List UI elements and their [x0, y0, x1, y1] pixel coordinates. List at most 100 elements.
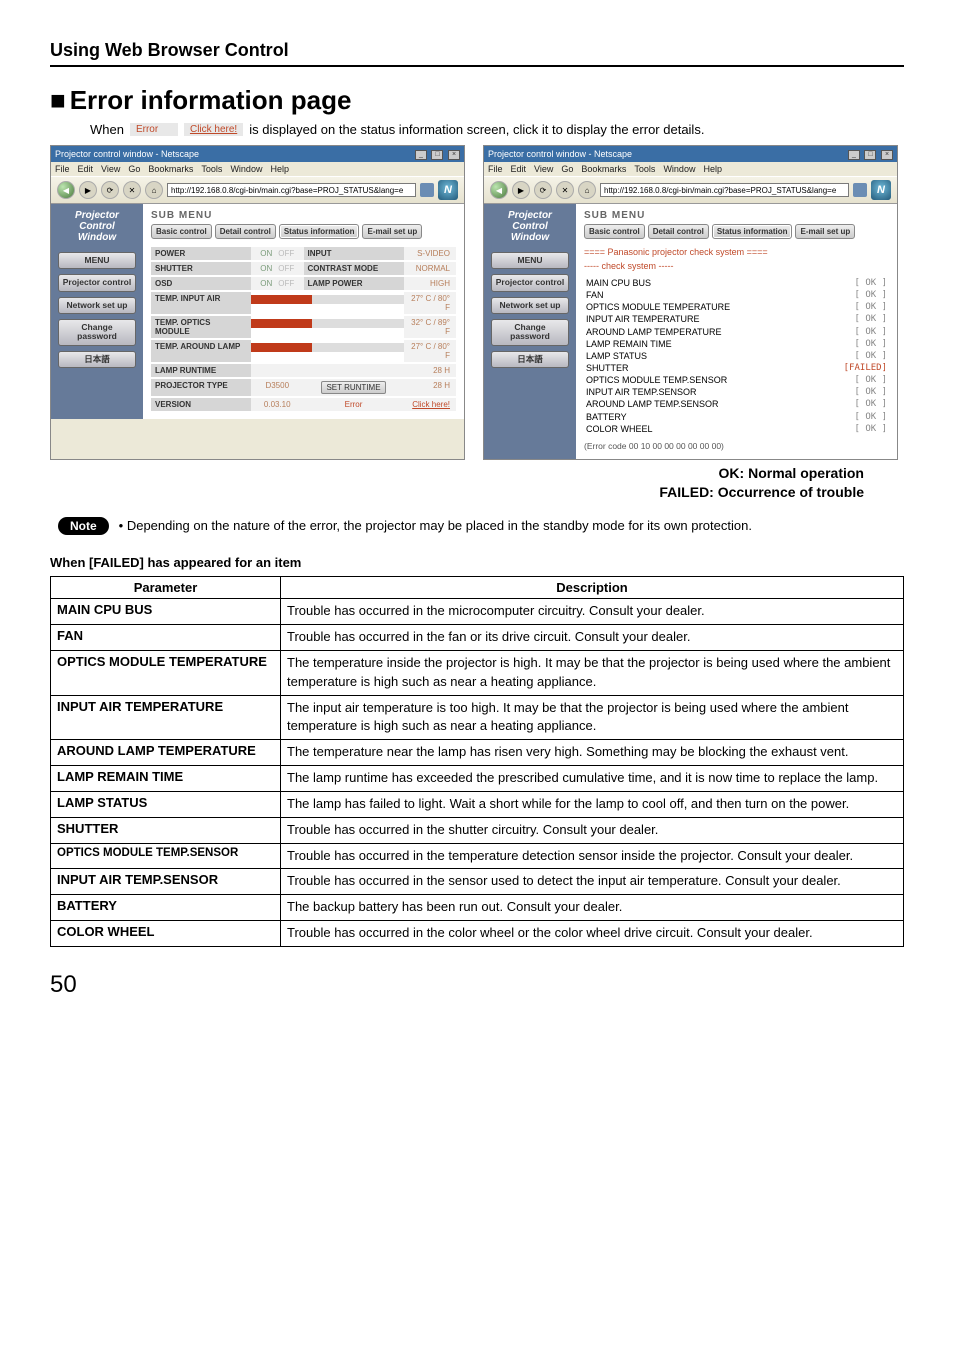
sidebar-item-network-setup[interactable]: Network set up — [58, 297, 136, 314]
sidebar-item-menu[interactable]: MENU — [58, 252, 136, 269]
param-description: Trouble has occurred in the sensor used … — [281, 869, 904, 895]
menu-edit[interactable]: Edit — [78, 164, 94, 174]
check-item-name: LAMP REMAIN TIME — [586, 338, 672, 350]
click-here-link[interactable]: Click here! — [404, 398, 457, 411]
minimize-icon[interactable]: _ — [415, 150, 427, 160]
check-item-name: OPTICS MODULE TEMP.SENSOR — [586, 374, 727, 386]
temp-bar — [251, 316, 404, 338]
sidebar-item-projector-control[interactable]: Projector control — [491, 274, 569, 291]
window-title: Projector control window - Netscape — [55, 149, 199, 159]
menu-help[interactable]: Help — [270, 164, 289, 174]
menu-window[interactable]: Window — [663, 164, 695, 174]
menubar[interactable]: File Edit View Go Bookmarks Tools Window… — [484, 162, 897, 176]
status-label: CONTRAST MODE — [304, 262, 404, 275]
check-row: SHUTTER[FAILED] — [584, 362, 889, 374]
go-button[interactable] — [420, 183, 434, 197]
menubar[interactable]: File Edit View Go Bookmarks Tools Window… — [51, 162, 464, 176]
tab-status-information[interactable]: Status information — [712, 224, 793, 239]
home-icon[interactable]: ⌂ — [145, 181, 163, 199]
menu-tools[interactable]: Tools — [634, 164, 655, 174]
sidebar-item-projector-control[interactable]: Projector control — [58, 274, 136, 291]
stop-icon[interactable]: ✕ — [123, 181, 141, 199]
menu-help[interactable]: Help — [703, 164, 722, 174]
tab-status-information[interactable]: Status information — [279, 224, 360, 239]
check-item-name: COLOR WHEEL — [586, 423, 653, 435]
check-list: MAIN CPU BUS[ OK ]FAN[ OK ]OPTICS MODULE… — [584, 277, 889, 435]
table-row: FANTrouble has occurred in the fan or it… — [51, 625, 904, 651]
menu-window[interactable]: Window — [230, 164, 262, 174]
sidebar-item-change-password[interactable]: Change password — [491, 319, 569, 346]
menu-view[interactable]: View — [534, 164, 553, 174]
check-item-name: INPUT AIR TEMPERATURE — [586, 313, 700, 325]
check-item-status: [ OK ] — [854, 386, 887, 398]
forward-icon[interactable]: ▶ — [512, 181, 530, 199]
home-icon[interactable]: ⌂ — [578, 181, 596, 199]
menu-edit[interactable]: Edit — [511, 164, 527, 174]
go-button[interactable] — [853, 183, 867, 197]
col-description: Description — [281, 577, 904, 599]
check-item-status: [FAILED] — [844, 362, 887, 374]
close-icon[interactable]: × — [448, 150, 460, 160]
check-item-status: [ OK ] — [854, 301, 887, 313]
reload-icon[interactable]: ⟳ — [101, 181, 119, 199]
temp-label: TEMP. INPUT AIR — [151, 292, 251, 314]
param-description: The lamp runtime has exceeded the prescr… — [281, 766, 904, 792]
minimize-icon[interactable]: _ — [848, 150, 860, 160]
table-row: SHUTTERTrouble has occurred in the shutt… — [51, 817, 904, 843]
param-name: MAIN CPU BUS — [51, 599, 281, 625]
url-field[interactable]: http://192.168.0.8/cgi-bin/main.cgi?base… — [600, 183, 849, 197]
page-title-text: Error information page — [70, 85, 352, 115]
menu-file[interactable]: File — [55, 164, 70, 174]
stop-icon[interactable]: ✕ — [556, 181, 574, 199]
projector-type-label: PROJECTOR TYPE — [151, 379, 251, 396]
menu-view[interactable]: View — [101, 164, 120, 174]
menu-bookmarks[interactable]: Bookmarks — [148, 164, 193, 174]
projector-type-value: D3500 — [251, 379, 304, 396]
check-item-status: [ OK ] — [854, 374, 887, 386]
table-row: LAMP REMAIN TIMEThe lamp runtime has exc… — [51, 766, 904, 792]
set-runtime-button[interactable]: SET RUNTIME — [304, 379, 404, 396]
check-item-name: AROUND LAMP TEMPERATURE — [586, 326, 722, 338]
sidebar-item-menu[interactable]: MENU — [491, 252, 569, 269]
click-here-badge[interactable]: Click here! — [184, 123, 243, 136]
sidebar-item-japanese[interactable]: 日本語 — [491, 351, 569, 368]
window-buttons[interactable]: _ □ × — [413, 148, 460, 160]
netscape-logo-icon: N — [438, 180, 458, 200]
sidebar-item-change-password[interactable]: Change password — [58, 319, 136, 346]
menu-go[interactable]: Go — [128, 164, 140, 174]
when-suffix: is displayed on the status information s… — [249, 122, 704, 137]
lamp-runtime-label: LAMP RUNTIME — [151, 364, 251, 377]
tab-email-setup[interactable]: E-mail set up — [795, 224, 855, 239]
tab-email-setup[interactable]: E-mail set up — [362, 224, 422, 239]
status-label: LAMP POWER — [304, 277, 404, 290]
main-pane-error: SUB MENU Basic control Detail control St… — [576, 204, 897, 459]
menu-bookmarks[interactable]: Bookmarks — [581, 164, 626, 174]
url-field[interactable]: http://192.168.0.8/cgi-bin/main.cgi?base… — [167, 183, 416, 197]
close-icon[interactable]: × — [881, 150, 893, 160]
tab-detail-control[interactable]: Detail control — [648, 224, 709, 239]
tab-detail-control[interactable]: Detail control — [215, 224, 276, 239]
toolbar: ◀ ▶ ⟳ ✕ ⌂ http://192.168.0.8/cgi-bin/mai… — [484, 176, 897, 204]
param-name: INPUT AIR TEMP.SENSOR — [51, 869, 281, 895]
window-buttons[interactable]: _ □ × — [846, 148, 893, 160]
sidebar-item-network-setup[interactable]: Network set up — [491, 297, 569, 314]
note-chip: Note — [58, 517, 109, 535]
check-item-status: [ OK ] — [854, 411, 887, 423]
sidebar-item-japanese[interactable]: 日本語 — [58, 351, 136, 368]
maximize-icon[interactable]: □ — [431, 150, 443, 160]
tab-basic-control[interactable]: Basic control — [584, 224, 645, 239]
main-pane-status: SUB MENU Basic control Detail control St… — [143, 204, 464, 419]
reload-icon[interactable]: ⟳ — [534, 181, 552, 199]
back-icon[interactable]: ◀ — [57, 181, 75, 199]
menu-file[interactable]: File — [488, 164, 503, 174]
tab-basic-control[interactable]: Basic control — [151, 224, 212, 239]
param-name: INPUT AIR TEMPERATURE — [51, 695, 281, 740]
forward-icon[interactable]: ▶ — [79, 181, 97, 199]
status-label: OSD — [151, 277, 251, 290]
tabs-row: Basic control Detail control Status info… — [584, 224, 889, 239]
back-icon[interactable]: ◀ — [490, 181, 508, 199]
maximize-icon[interactable]: □ — [864, 150, 876, 160]
menu-tools[interactable]: Tools — [201, 164, 222, 174]
menu-go[interactable]: Go — [561, 164, 573, 174]
temp-bar — [251, 292, 404, 314]
